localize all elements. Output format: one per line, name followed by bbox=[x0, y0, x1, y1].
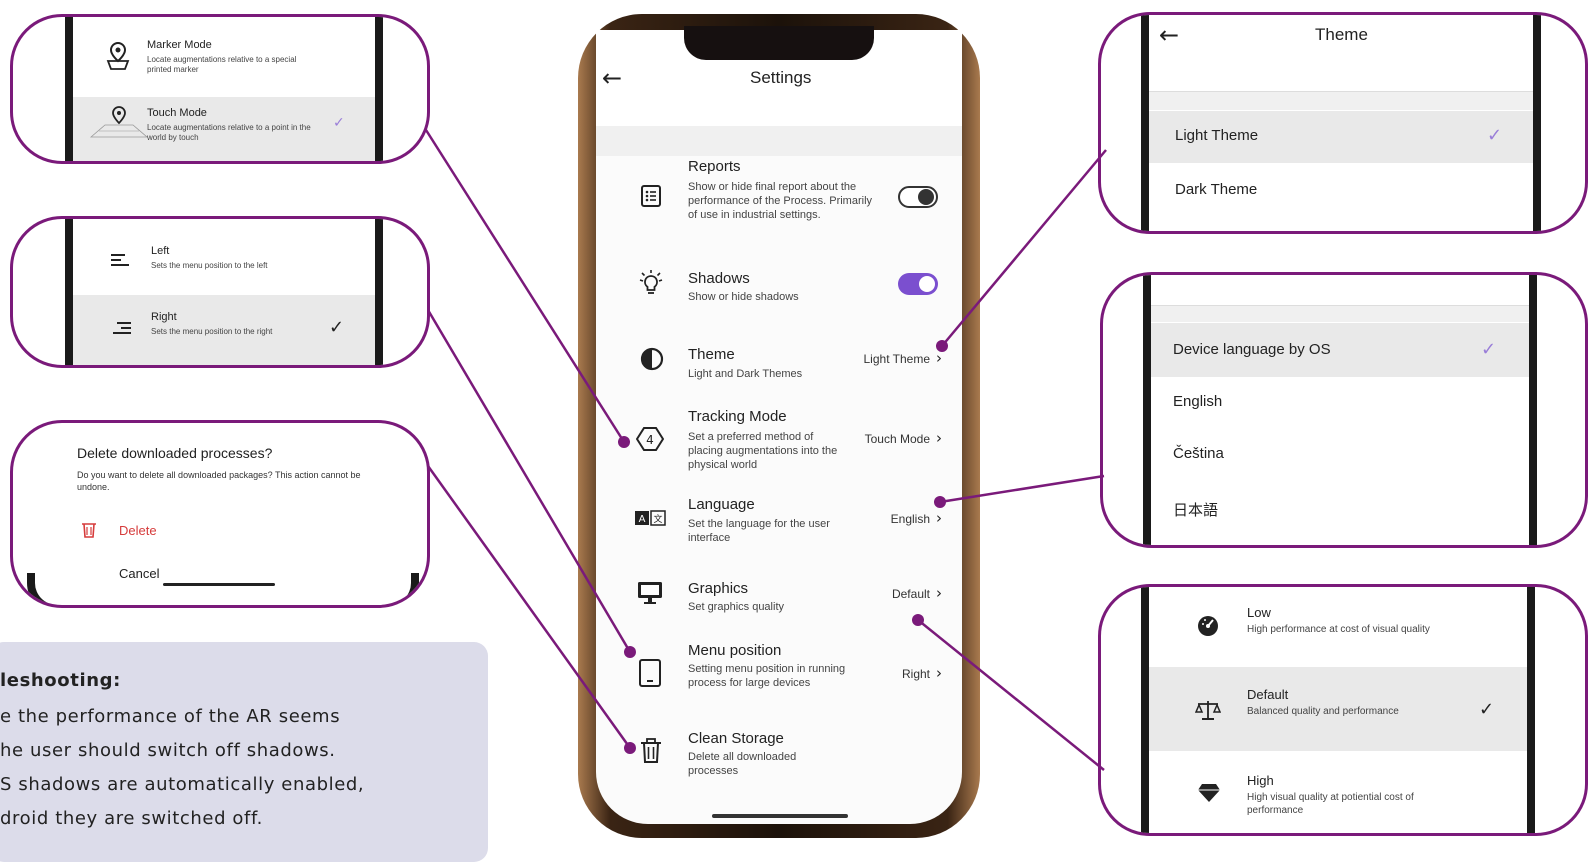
speedometer-icon bbox=[1197, 615, 1219, 641]
trash-icon bbox=[81, 521, 97, 543]
graphics-value[interactable]: Default bbox=[838, 587, 930, 601]
graphics-title: Graphics bbox=[688, 580, 749, 597]
language-callout: Device language by OS ✓ English Čeština … bbox=[1100, 272, 1588, 548]
menu-position-value[interactable]: Right bbox=[838, 667, 930, 681]
high-option-title[interactable]: High bbox=[1247, 773, 1274, 788]
reports-desc: Show or hide final report about the perf… bbox=[688, 181, 873, 221]
language-desc: Set the language for the user interface bbox=[688, 518, 830, 544]
touch-mode-title[interactable]: Touch Mode bbox=[147, 107, 207, 119]
low-option-desc: High performance at cost of visual quali… bbox=[1247, 624, 1430, 635]
check-icon: ✓ bbox=[333, 115, 345, 131]
troubleshooting-line: he user should switch off shadows. bbox=[0, 740, 336, 761]
report-list-icon bbox=[640, 184, 662, 212]
theme-desc: Light and Dark Themes bbox=[688, 368, 803, 380]
shadows-desc: Show or hide shadows bbox=[688, 291, 799, 303]
balance-scale-icon bbox=[1194, 699, 1222, 725]
tracking-icon: 4 bbox=[635, 426, 665, 456]
chevron-right-icon[interactable]: › bbox=[936, 509, 942, 527]
japanese-option[interactable]: 日本語 bbox=[1173, 499, 1218, 520]
reports-toggle[interactable] bbox=[898, 186, 938, 208]
device-language-option[interactable]: Device language by OS bbox=[1173, 341, 1331, 358]
align-right-icon bbox=[111, 321, 131, 341]
graphics-desc: Set graphics quality bbox=[688, 601, 784, 613]
delete-dialog-body: Do you want to delete all downloaded pac… bbox=[77, 470, 361, 492]
header-spacer bbox=[596, 126, 962, 156]
translate-icon: A文 bbox=[634, 509, 666, 531]
map-pin-icon bbox=[105, 41, 131, 75]
tracking-desc: Set a preferred method of placing augmen… bbox=[688, 431, 838, 471]
low-option-title[interactable]: Low bbox=[1247, 605, 1271, 620]
chevron-right-icon[interactable]: › bbox=[936, 429, 942, 447]
cancel-button[interactable]: Cancel bbox=[119, 566, 159, 581]
dark-theme-option[interactable]: Dark Theme bbox=[1175, 181, 1257, 198]
monitor-icon bbox=[636, 580, 664, 610]
lightbulb-icon bbox=[636, 268, 666, 302]
check-icon: ✓ bbox=[1487, 125, 1503, 146]
reports-title: Reports bbox=[688, 158, 741, 175]
touch-mode-desc: Locate augmentations relative to a point… bbox=[147, 123, 311, 142]
tracking-title: Tracking Mode bbox=[688, 408, 787, 425]
menu-position-desc: Setting menu position in running process… bbox=[688, 663, 846, 689]
theme-value[interactable]: Light Theme bbox=[838, 352, 931, 366]
troubleshooting-box: leshooting: e the performance of the AR … bbox=[0, 642, 488, 862]
troubleshooting-line: droid they are switched off. bbox=[0, 808, 263, 829]
delete-button[interactable]: Delete bbox=[119, 523, 157, 538]
svg-text:文: 文 bbox=[653, 513, 662, 525]
svg-text:4: 4 bbox=[646, 433, 654, 447]
delete-dialog-callout: Delete downloaded processes? Do you want… bbox=[10, 420, 430, 608]
language-value[interactable]: English bbox=[838, 512, 930, 526]
tablet-icon bbox=[638, 658, 662, 692]
check-icon: ✓ bbox=[1479, 699, 1495, 720]
tracking-value[interactable]: Touch Mode bbox=[838, 432, 930, 446]
left-option-title[interactable]: Left bbox=[151, 245, 169, 257]
chevron-right-icon[interactable]: › bbox=[936, 584, 942, 602]
language-title: Language bbox=[688, 496, 755, 513]
back-arrow-icon[interactable]: ← bbox=[602, 66, 622, 90]
align-left-icon bbox=[111, 253, 131, 273]
default-option-desc: Balanced quality and performance bbox=[1247, 706, 1399, 717]
home-indicator bbox=[712, 814, 848, 818]
touch-point-icon bbox=[89, 105, 149, 149]
troubleshooting-line: S shadows are automatically enabled, bbox=[0, 774, 365, 795]
left-option-desc: Sets the menu position to the left bbox=[151, 261, 268, 270]
tracking-mode-callout: Marker Mode Locate augmentations relativ… bbox=[10, 14, 430, 164]
right-option-title[interactable]: Right bbox=[151, 311, 177, 323]
high-option-desc: High visual quality at potiential cost o… bbox=[1247, 792, 1414, 816]
delete-dialog-title: Delete downloaded processes? bbox=[77, 445, 273, 461]
back-arrow-icon[interactable]: ← bbox=[1159, 23, 1179, 47]
troubleshooting-line: e the performance of the AR seems bbox=[0, 706, 341, 727]
diamond-icon bbox=[1197, 783, 1221, 807]
right-option-desc: Sets the menu position to the right bbox=[151, 327, 273, 336]
home-indicator bbox=[163, 583, 275, 586]
svg-text:A: A bbox=[639, 514, 646, 525]
light-theme-option[interactable]: Light Theme bbox=[1175, 127, 1258, 144]
chevron-right-icon[interactable]: › bbox=[936, 664, 942, 682]
check-icon: ✓ bbox=[329, 317, 345, 338]
default-option-title[interactable]: Default bbox=[1247, 687, 1288, 702]
graphics-callout: Low High performance at cost of visual q… bbox=[1098, 584, 1588, 836]
marker-mode-desc: Locate augmentations relative to a speci… bbox=[147, 55, 297, 74]
menu-position-title: Menu position bbox=[688, 642, 782, 659]
chevron-right-icon[interactable]: › bbox=[936, 349, 942, 367]
menu-position-callout: Left Sets the menu position to the left … bbox=[10, 216, 430, 368]
english-option[interactable]: English bbox=[1173, 393, 1222, 410]
theme-title: Theme bbox=[688, 346, 735, 363]
clean-storage-title[interactable]: Clean Storage bbox=[688, 730, 784, 747]
marker-mode-title[interactable]: Marker Mode bbox=[147, 39, 212, 51]
check-icon: ✓ bbox=[1481, 339, 1497, 360]
settings-title: Settings bbox=[750, 68, 812, 87]
theme-callout: ← Theme Light Theme ✓ Dark Theme bbox=[1098, 12, 1588, 234]
trash-icon bbox=[640, 738, 662, 768]
contrast-icon bbox=[640, 347, 664, 375]
phone-notch bbox=[684, 26, 874, 60]
troubleshooting-heading: leshooting: bbox=[0, 670, 121, 691]
clean-storage-desc: Delete all downloaded processes bbox=[688, 751, 797, 777]
shadows-toggle[interactable] bbox=[898, 273, 938, 295]
czech-option[interactable]: Čeština bbox=[1173, 445, 1224, 462]
theme-callout-title: Theme bbox=[1315, 25, 1368, 44]
shadows-title: Shadows bbox=[688, 270, 750, 287]
